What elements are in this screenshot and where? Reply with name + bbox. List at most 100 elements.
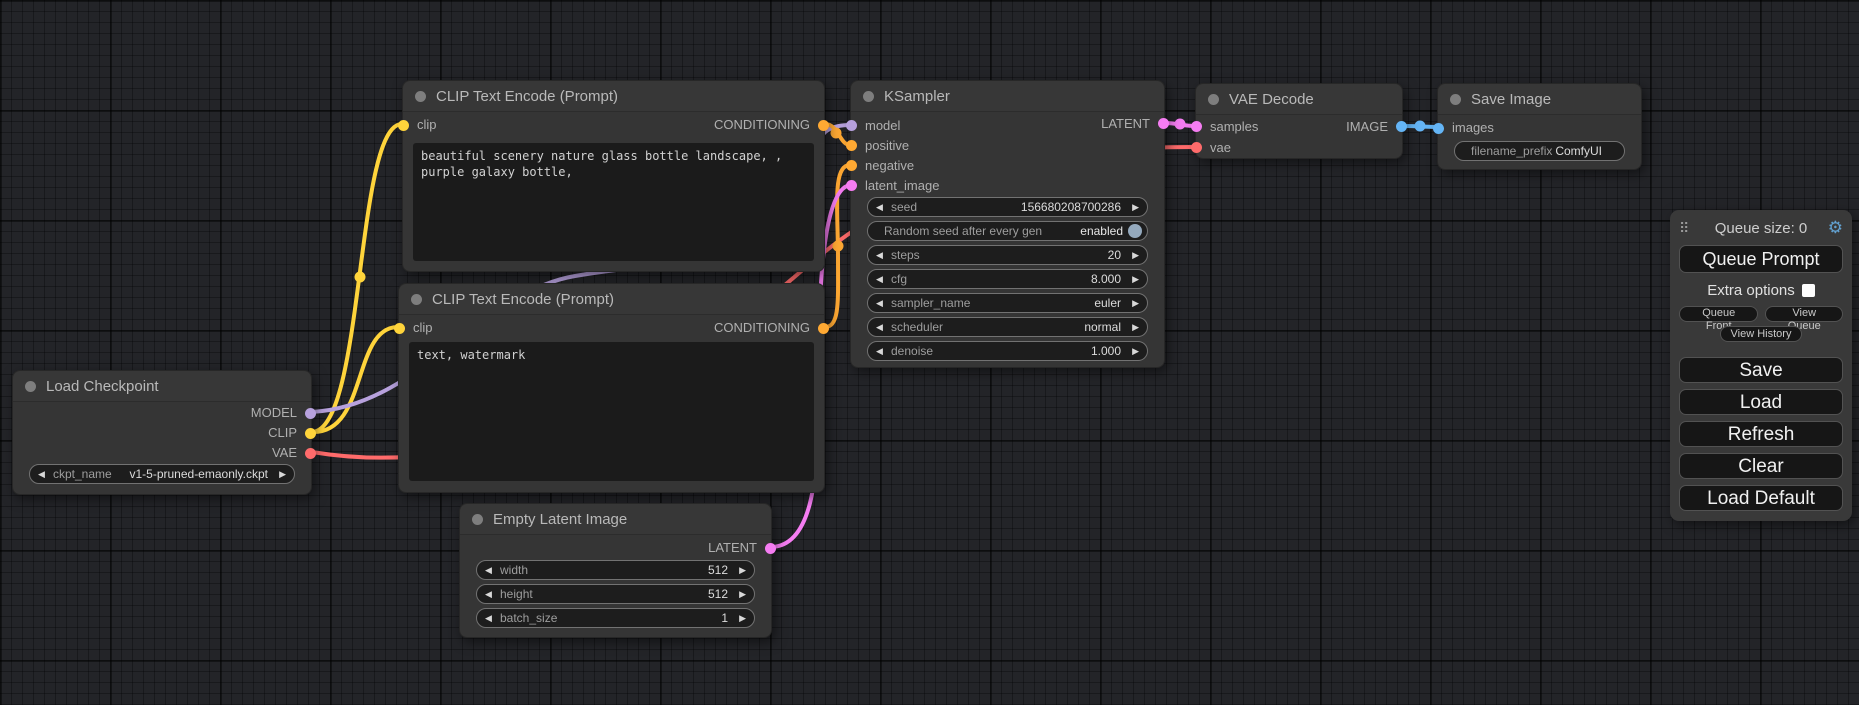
output-port-clip[interactable]: [305, 428, 316, 439]
decrement-arrow-icon[interactable]: ◀: [876, 198, 889, 216]
node-load-checkpoint[interactable]: Load Checkpoint MODEL CLIP VAE ◀ ckpt_na…: [12, 370, 312, 495]
output-port-image[interactable]: [1396, 121, 1407, 132]
steps-widget[interactable]: ◀ steps 20 ▶: [867, 245, 1148, 265]
sampler-name-widget[interactable]: ◀ sampler_name euler ▶: [867, 293, 1148, 313]
output-port-model[interactable]: [305, 408, 316, 419]
widget-value: 8.000: [1091, 272, 1121, 286]
collapse-dot-icon[interactable]: [863, 91, 874, 102]
random-seed-toggle-widget[interactable]: Random seed after every gen enabled: [867, 221, 1148, 241]
increment-arrow-icon[interactable]: ▶: [1126, 342, 1139, 360]
seed-widget[interactable]: ◀ seed 156680208700286 ▶: [867, 197, 1148, 217]
node-save-image[interactable]: Save Image images filename_prefix ComfyU…: [1437, 83, 1642, 170]
increment-arrow-icon[interactable]: ▶: [1126, 318, 1139, 336]
ckpt-name-widget[interactable]: ◀ ckpt_name v1-5-pruned-emaonly.ckpt ▶: [29, 464, 295, 484]
collapse-dot-icon[interactable]: [415, 91, 426, 102]
filename-prefix-widget[interactable]: filename_prefix ComfyUI: [1454, 141, 1625, 161]
batch-size-widget[interactable]: ◀ batch_size 1 ▶: [476, 608, 755, 628]
input-port-clip[interactable]: [394, 323, 405, 334]
prompt-textarea[interactable]: beautiful scenery nature glass bottle la…: [413, 143, 814, 261]
scheduler-widget[interactable]: ◀ scheduler normal ▶: [867, 317, 1148, 337]
output-port-conditioning[interactable]: [818, 120, 829, 131]
link-midpoint-dot[interactable]: [355, 272, 366, 283]
decrement-arrow-icon[interactable]: ◀: [876, 318, 889, 336]
collapse-dot-icon[interactable]: [1208, 94, 1219, 105]
node-ksampler[interactable]: KSampler model positive negative latent_…: [850, 80, 1165, 368]
collapse-dot-icon[interactable]: [25, 381, 36, 392]
collapse-dot-icon[interactable]: [472, 514, 483, 525]
output-port-latent[interactable]: [1158, 118, 1169, 129]
widget-value: enabled: [1080, 224, 1123, 238]
node-title-bar[interactable]: Save Image: [1438, 84, 1641, 115]
save-button[interactable]: Save: [1679, 357, 1843, 383]
increment-arrow-icon[interactable]: ▶: [273, 465, 286, 483]
input-port-clip[interactable]: [398, 120, 409, 131]
widget-value: 20: [1108, 248, 1121, 262]
node-title-bar[interactable]: Empty Latent Image: [460, 504, 771, 535]
view-history-button[interactable]: View History: [1720, 326, 1803, 342]
decrement-arrow-icon[interactable]: ◀: [876, 270, 889, 288]
link-midpoint-dot[interactable]: [833, 241, 844, 252]
node-title-bar[interactable]: CLIP Text Encode (Prompt): [399, 284, 824, 315]
widget-value: ComfyUI: [1555, 144, 1602, 158]
increment-arrow-icon[interactable]: ▶: [733, 561, 746, 579]
node-title-bar[interactable]: Load Checkpoint: [13, 371, 311, 402]
extra-options-label: Extra options: [1707, 282, 1795, 299]
view-queue-button[interactable]: View Queue: [1765, 306, 1843, 322]
collapse-dot-icon[interactable]: [1450, 94, 1461, 105]
decrement-arrow-icon[interactable]: ◀: [485, 585, 498, 603]
node-vae-decode[interactable]: VAE Decode samples vae IMAGE: [1195, 83, 1403, 159]
extra-options-checkbox[interactable]: [1802, 284, 1815, 297]
link-midpoint-dot[interactable]: [831, 128, 842, 139]
refresh-button[interactable]: Refresh: [1679, 421, 1843, 447]
input-port-latent-image[interactable]: [846, 180, 857, 191]
increment-arrow-icon[interactable]: ▶: [733, 609, 746, 627]
cfg-widget[interactable]: ◀ cfg 8.000 ▶: [867, 269, 1148, 289]
toggle-dot-icon[interactable]: [1128, 224, 1142, 238]
width-widget[interactable]: ◀ width 512 ▶: [476, 560, 755, 580]
drag-handle-icon[interactable]: ⠿: [1679, 220, 1697, 237]
decrement-arrow-icon[interactable]: ◀: [485, 609, 498, 627]
node-title: Empty Latent Image: [493, 511, 627, 528]
node-empty-latent-image[interactable]: Empty Latent Image LATENT ◀ width 512 ▶ …: [459, 503, 772, 638]
increment-arrow-icon[interactable]: ▶: [1126, 198, 1139, 216]
input-port-positive[interactable]: [846, 140, 857, 151]
node-title: VAE Decode: [1229, 91, 1314, 108]
output-label-latent: LATENT: [708, 540, 757, 556]
collapse-dot-icon[interactable]: [411, 294, 422, 305]
increment-arrow-icon[interactable]: ▶: [1126, 270, 1139, 288]
node-clip-text-encode-negative[interactable]: CLIP Text Encode (Prompt) clip CONDITION…: [398, 283, 825, 493]
denoise-widget[interactable]: ◀ denoise 1.000 ▶: [867, 341, 1148, 361]
widget-label: width: [500, 563, 528, 577]
load-button[interactable]: Load: [1679, 389, 1843, 415]
graph-canvas[interactable]: { "icons": { "left_arrow": "◀", "right_a…: [0, 0, 1859, 705]
increment-arrow-icon[interactable]: ▶: [733, 585, 746, 603]
input-port-vae[interactable]: [1191, 142, 1202, 153]
load-default-button[interactable]: Load Default: [1679, 485, 1843, 511]
prompt-textarea[interactable]: text, watermark: [409, 342, 814, 481]
decrement-arrow-icon[interactable]: ◀: [876, 342, 889, 360]
node-title-bar[interactable]: CLIP Text Encode (Prompt): [403, 81, 824, 112]
queue-front-button[interactable]: Queue Front: [1679, 306, 1758, 322]
input-port-samples[interactable]: [1191, 121, 1202, 132]
link-midpoint-dot[interactable]: [1175, 119, 1186, 130]
decrement-arrow-icon[interactable]: ◀: [485, 561, 498, 579]
decrement-arrow-icon[interactable]: ◀: [876, 246, 889, 264]
input-port-model[interactable]: [846, 120, 857, 131]
input-port-images[interactable]: [1433, 123, 1444, 134]
output-port-latent[interactable]: [765, 543, 776, 554]
output-port-vae[interactable]: [305, 448, 316, 459]
queue-prompt-button[interactable]: Queue Prompt: [1679, 245, 1843, 273]
node-title-bar[interactable]: KSampler: [851, 81, 1164, 112]
output-port-conditioning[interactable]: [818, 323, 829, 334]
node-title-bar[interactable]: VAE Decode: [1196, 84, 1402, 115]
height-widget[interactable]: ◀ height 512 ▶: [476, 584, 755, 604]
input-port-negative[interactable]: [846, 160, 857, 171]
increment-arrow-icon[interactable]: ▶: [1126, 294, 1139, 312]
link-midpoint-dot[interactable]: [1415, 121, 1426, 132]
node-clip-text-encode-positive[interactable]: CLIP Text Encode (Prompt) clip CONDITION…: [402, 80, 825, 272]
decrement-arrow-icon[interactable]: ◀: [876, 294, 889, 312]
gear-icon[interactable]: ⚙: [1825, 218, 1843, 238]
decrement-arrow-icon[interactable]: ◀: [38, 465, 51, 483]
clear-button[interactable]: Clear: [1679, 453, 1843, 479]
increment-arrow-icon[interactable]: ▶: [1126, 246, 1139, 264]
